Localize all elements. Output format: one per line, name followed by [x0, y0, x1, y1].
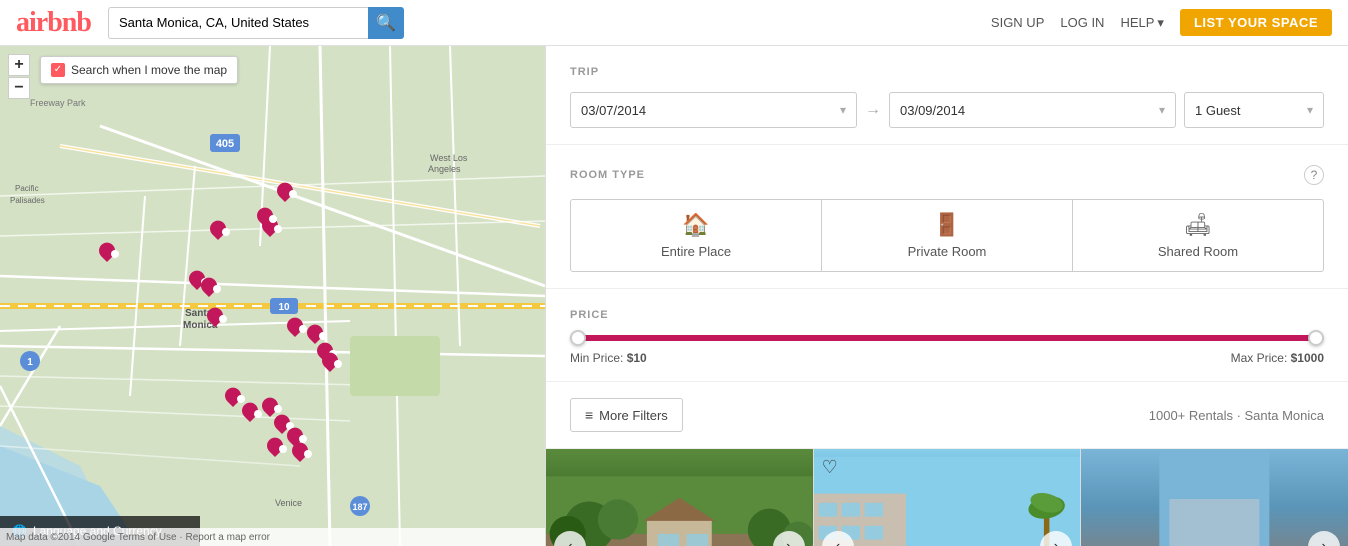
search-input[interactable]: [108, 7, 368, 39]
map-pin[interactable]: [265, 211, 281, 231]
price-max-thumb[interactable]: [1308, 330, 1324, 346]
map-panel: 405 10 1 187 Freeway Park Pacific Palisa…: [0, 46, 545, 546]
login-link[interactable]: LOG IN: [1060, 15, 1104, 30]
listing-card-3[interactable]: ›: [1081, 449, 1348, 546]
chevron-down-icon-guests: ▾: [1307, 103, 1313, 117]
search-bar: 🔍: [108, 7, 404, 39]
chevron-down-icon: ▾: [1157, 15, 1164, 31]
room-type-label: ROOM TYPE: [570, 169, 645, 181]
signup-link[interactable]: SIGN UP: [991, 15, 1044, 30]
shared-room-button[interactable]: 🛋 Shared Room: [1073, 199, 1324, 272]
search-when-move-control[interactable]: Search when I move the map: [40, 56, 238, 84]
min-price-label: Min Price: $10: [570, 351, 647, 365]
svg-text:405: 405: [216, 138, 234, 150]
price-labels: Min Price: $10 Max Price: $1000: [570, 351, 1324, 365]
shared-room-label: Shared Room: [1158, 244, 1238, 259]
private-room-label: Private Room: [908, 244, 987, 259]
right-panel: TRIP 03/07/2014 ▾ → 03/09/2014 ▾ 1 Guest…: [545, 46, 1348, 546]
map-pin[interactable]: [215, 311, 231, 331]
room-type-row: 🏠 Entire Place 🚪 Private Room 🛋 Shared R…: [570, 199, 1324, 272]
price-range-track[interactable]: [570, 335, 1324, 341]
filter-icon: ≡: [585, 407, 593, 423]
help-link[interactable]: HELP ▾: [1120, 15, 1164, 31]
zoom-in-button[interactable]: +: [8, 54, 30, 76]
search-icon: 🔍: [376, 13, 396, 33]
price-section: PRICE Min Price: $10 Max Price: $1000: [546, 289, 1348, 382]
listing-card-2[interactable]: ♡ ‹ › Airbnb.com: [814, 449, 1082, 546]
price-min-thumb[interactable]: [570, 330, 586, 346]
private-room-button[interactable]: 🚪 Private Room: [822, 199, 1073, 272]
listing-card-3-image: [1081, 449, 1348, 546]
more-filters-section: ≡ More Filters 1000+ Rentals · Santa Mon…: [546, 382, 1348, 449]
map-controls: + −: [8, 54, 30, 99]
map-pin[interactable]: [300, 446, 316, 466]
svg-text:10: 10: [278, 302, 290, 313]
list-space-button[interactable]: LIST YOUR SPACE: [1180, 9, 1332, 36]
house-icon: 🏠: [682, 212, 709, 238]
header: airbnb 🔍 SIGN UP LOG IN HELP ▾ LIST YOUR…: [0, 0, 1348, 46]
header-nav: SIGN UP LOG IN HELP ▾ LIST YOUR SPACE: [991, 9, 1332, 36]
map-pin[interactable]: [330, 356, 346, 376]
svg-text:Angeles: Angeles: [428, 164, 461, 174]
max-price-label: Max Price: $1000: [1231, 351, 1324, 365]
listing-card-2-image: [814, 449, 1081, 546]
svg-text:West Los: West Los: [430, 153, 468, 163]
entire-place-button[interactable]: 🏠 Entire Place: [570, 199, 822, 272]
trip-section: TRIP 03/07/2014 ▾ → 03/09/2014 ▾ 1 Guest…: [546, 46, 1348, 145]
trip-label: TRIP: [570, 66, 1324, 78]
more-filters-button[interactable]: ≡ More Filters: [570, 398, 683, 432]
svg-text:187: 187: [352, 502, 367, 512]
map-attribution: Map data ©2014 Google Terms of Use · Rep…: [0, 528, 545, 546]
room-type-section: ROOM TYPE ? 🏠 Entire Place 🚪 Private Roo…: [546, 145, 1348, 289]
map-container[interactable]: 405 10 1 187 Freeway Park Pacific Palisa…: [0, 46, 545, 546]
trip-row: 03/07/2014 ▾ → 03/09/2014 ▾ 1 Guest ▾: [570, 92, 1324, 128]
card-2-heart-button[interactable]: ♡: [822, 457, 838, 478]
map-pin[interactable]: [218, 224, 234, 244]
listing-card-1-image: [546, 449, 813, 546]
svg-text:Freeway Park: Freeway Park: [30, 98, 86, 108]
map-pin[interactable]: [275, 441, 291, 461]
guests-select[interactable]: 1 Guest ▾: [1184, 92, 1324, 128]
logo-text: airbnb: [16, 7, 91, 38]
svg-text:Pacific: Pacific: [15, 184, 39, 193]
map-pin[interactable]: [107, 246, 123, 266]
search-move-label: Search when I move the map: [71, 63, 227, 77]
map-attribution-text: Map data ©2014 Google Terms of Use · Rep…: [6, 532, 270, 543]
room-type-help-button[interactable]: ?: [1304, 165, 1324, 185]
calendar-icon-2: ▾: [1159, 103, 1165, 117]
date-to-input[interactable]: 03/09/2014 ▾: [889, 92, 1176, 128]
price-range-fill: [570, 335, 1324, 341]
more-filters-label: More Filters: [599, 408, 668, 423]
search-button[interactable]: 🔍: [368, 7, 404, 39]
logo[interactable]: airbnb: [16, 7, 96, 39]
listing-card-1[interactable]: ‹ › Airbnb.com: [546, 449, 814, 546]
svg-text:Palisades: Palisades: [10, 196, 45, 205]
map-roads-svg: 405 10 1 187 Freeway Park Pacific Palisa…: [0, 46, 545, 546]
svg-text:1: 1: [27, 357, 33, 368]
date-separator-arrow: →: [865, 101, 881, 119]
map-pin[interactable]: [209, 281, 225, 301]
sofa-icon: 🛋: [1184, 212, 1212, 238]
door-icon: 🚪: [933, 212, 960, 238]
date-from-input[interactable]: 03/07/2014 ▾: [570, 92, 857, 128]
price-label: PRICE: [570, 309, 1324, 321]
listing-cards: ‹ › Airbnb.com: [546, 449, 1348, 546]
calendar-icon: ▾: [840, 103, 846, 117]
search-move-checkbox[interactable]: [51, 63, 65, 77]
svg-text:Venice: Venice: [275, 498, 302, 508]
entire-place-label: Entire Place: [661, 244, 731, 259]
map-pin[interactable]: [285, 186, 301, 206]
results-count: 1000+ Rentals · Santa Monica: [1149, 408, 1324, 423]
zoom-out-button[interactable]: −: [8, 77, 30, 99]
